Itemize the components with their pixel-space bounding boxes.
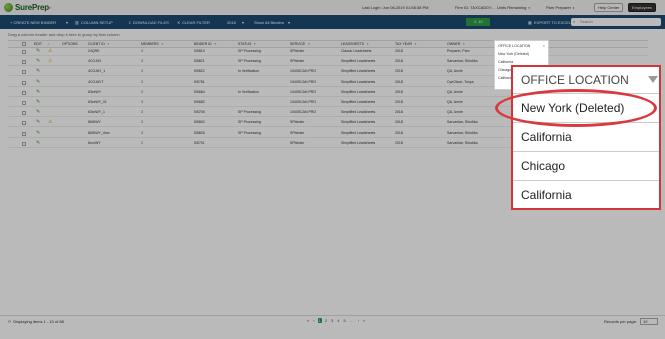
filter-funnel-icon[interactable] [648, 76, 658, 83]
highlight-ring [495, 89, 657, 127]
office-option-california[interactable]: California [498, 60, 513, 64]
app-frame: SurePrep ® Last Login: Jun 06,2019 01:58:… [0, 0, 665, 339]
zoom-option-california-2[interactable]: California [513, 180, 659, 209]
zoom-option-label: California [521, 130, 572, 144]
zoom-option-label: California [521, 188, 572, 202]
office-option-new-york-deleted[interactable]: New York (Deleted) [498, 52, 529, 56]
office-location-header: OFFICE LOCATION [498, 44, 531, 48]
zoom-office-location-header: OFFICE LOCATION [521, 73, 629, 87]
zoom-option-chicago[interactable]: Chicago [513, 151, 659, 180]
zoom-option-label: Chicago [521, 159, 566, 173]
office-option-chicago[interactable]: Chicago [498, 68, 511, 72]
close-icon[interactable]: × [543, 43, 545, 48]
zoomed-office-location-callout: OFFICE LOCATION New York (Deleted) Calif… [511, 65, 661, 210]
